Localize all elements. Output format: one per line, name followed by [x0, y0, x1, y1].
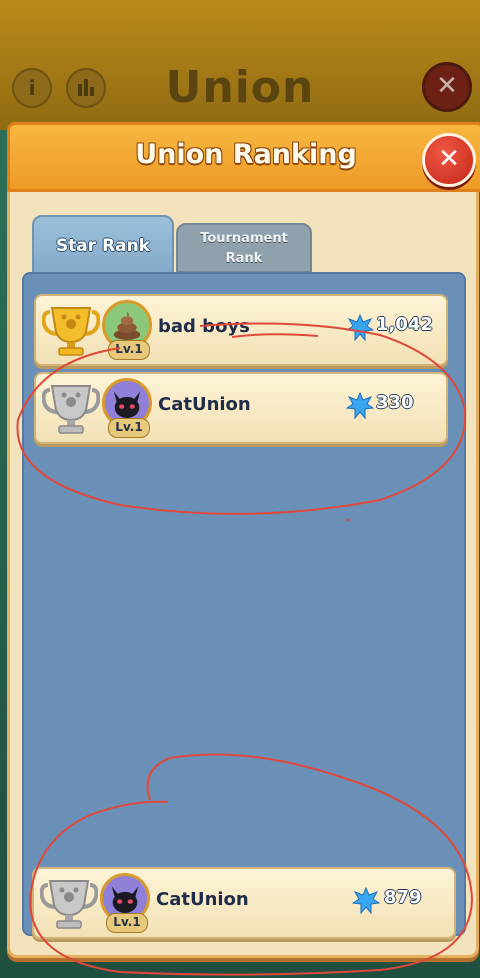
- tab-tournament-label-line2: Rank: [225, 251, 263, 266]
- level-badge: Lv.1: [108, 340, 150, 360]
- blue-star-icon: [346, 314, 374, 342]
- ranking-row[interactable]: Lv.1 bad boys 1,042: [34, 294, 448, 366]
- union-ranking-dialog: Union Ranking ✕ Star Rank Tournament Ran…: [7, 122, 480, 958]
- dialog-header: Union Ranking ✕: [7, 122, 480, 192]
- silver-trophy-icon: [40, 880, 98, 929]
- tab-tournament-label-line1: Tournament: [200, 231, 288, 246]
- gold-trophy-icon: [42, 307, 100, 356]
- tab-tournament-rank[interactable]: Tournament Rank: [176, 223, 312, 273]
- silver-trophy-icon: [42, 385, 100, 434]
- union-name: bad boys: [158, 316, 250, 337]
- background-title: Union: [165, 62, 315, 113]
- background-close-icon: ✕: [422, 62, 472, 112]
- blue-star-icon: [352, 887, 380, 915]
- close-button[interactable]: ✕: [422, 133, 476, 187]
- star-score: 330: [376, 392, 414, 413]
- ranking-row[interactable]: Lv.1 CatUnion 330: [34, 372, 448, 444]
- own-union-row[interactable]: Lv.1 CatUnion 879: [32, 867, 456, 939]
- blue-star-icon: [346, 392, 374, 420]
- star-score: 1,042: [376, 314, 433, 335]
- dialog-title: Union Ranking: [135, 139, 357, 170]
- union-name: CatUnion: [156, 889, 249, 910]
- level-badge: Lv.1: [108, 418, 150, 438]
- union-name: CatUnion: [158, 394, 251, 415]
- level-badge: Lv.1: [106, 913, 148, 933]
- tab-star-rank[interactable]: Star Rank: [32, 215, 174, 277]
- ranking-list[interactable]: Lv.1 bad boys 1,042 Lv.1 CatUnion 330: [22, 272, 466, 936]
- star-score: 879: [384, 887, 422, 908]
